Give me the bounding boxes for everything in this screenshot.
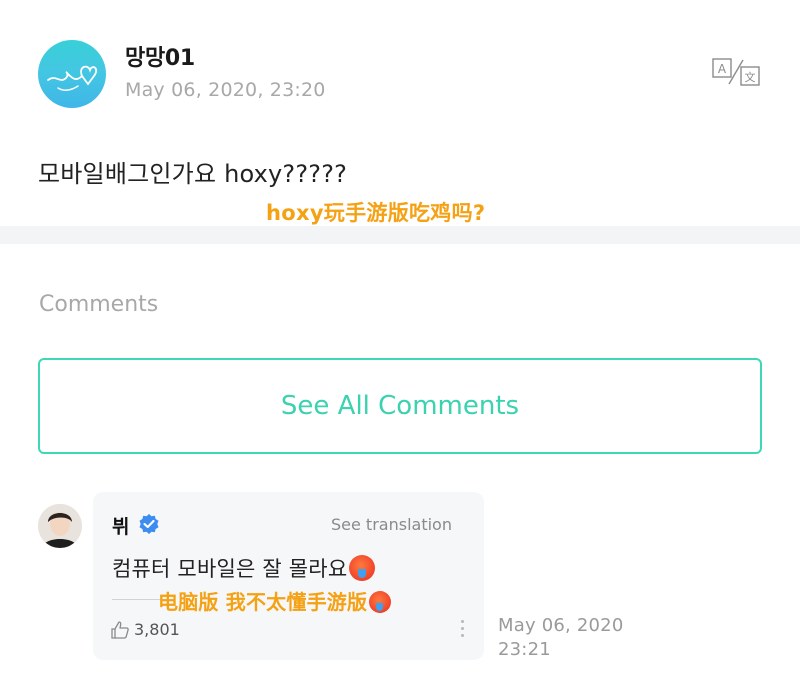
translate-button[interactable]: A 文 [712,56,760,88]
see-translation-link[interactable]: See translation [331,515,452,534]
hot-face-emoji-icon [369,591,392,613]
comment-author-name[interactable]: 뷔 [112,512,129,539]
thumbs-up-icon[interactable] [110,620,130,640]
comment-text: 컴퓨터 모바일은 잘 몰라요 [112,553,376,583]
post-header: 망망01 May 06, 2020, 23:20 A 文 [0,0,800,130]
comment-translation-caption: 电脑版 我不太懂手游版 [158,586,392,615]
comments-heading: Comments [39,292,159,317]
post-translation-caption: hoxy玩手游版吃鸡吗? [266,201,486,225]
author-avatar[interactable] [38,40,106,108]
verified-check-icon [139,514,159,534]
hot-face-emoji-icon [349,555,376,581]
person-portrait-icon [38,504,82,548]
svg-text:文: 文 [745,70,756,84]
comment-time-line: 23:21 [498,639,551,660]
svg-text:A: A [718,62,727,76]
comment-date-line: May 06, 2020 [498,615,624,636]
post-body-text: 모바일배그인가요 hoxy????? [38,160,348,188]
comment-separator [112,599,162,600]
like-count: 3,801 [134,620,180,639]
post-timestamp: May 06, 2020, 23:20 [125,79,326,101]
heart-doodle-icon [47,65,98,91]
see-all-comments-button[interactable]: See All Comments [38,358,762,454]
more-options-icon[interactable] [459,620,465,640]
section-divider [0,226,800,244]
commenter-avatar[interactable] [38,504,82,548]
post-author-name[interactable]: 망망01 [125,40,195,72]
comment-timestamp: May 06, 2020 23:21 [498,614,638,662]
translate-icon: A 文 [712,58,760,86]
